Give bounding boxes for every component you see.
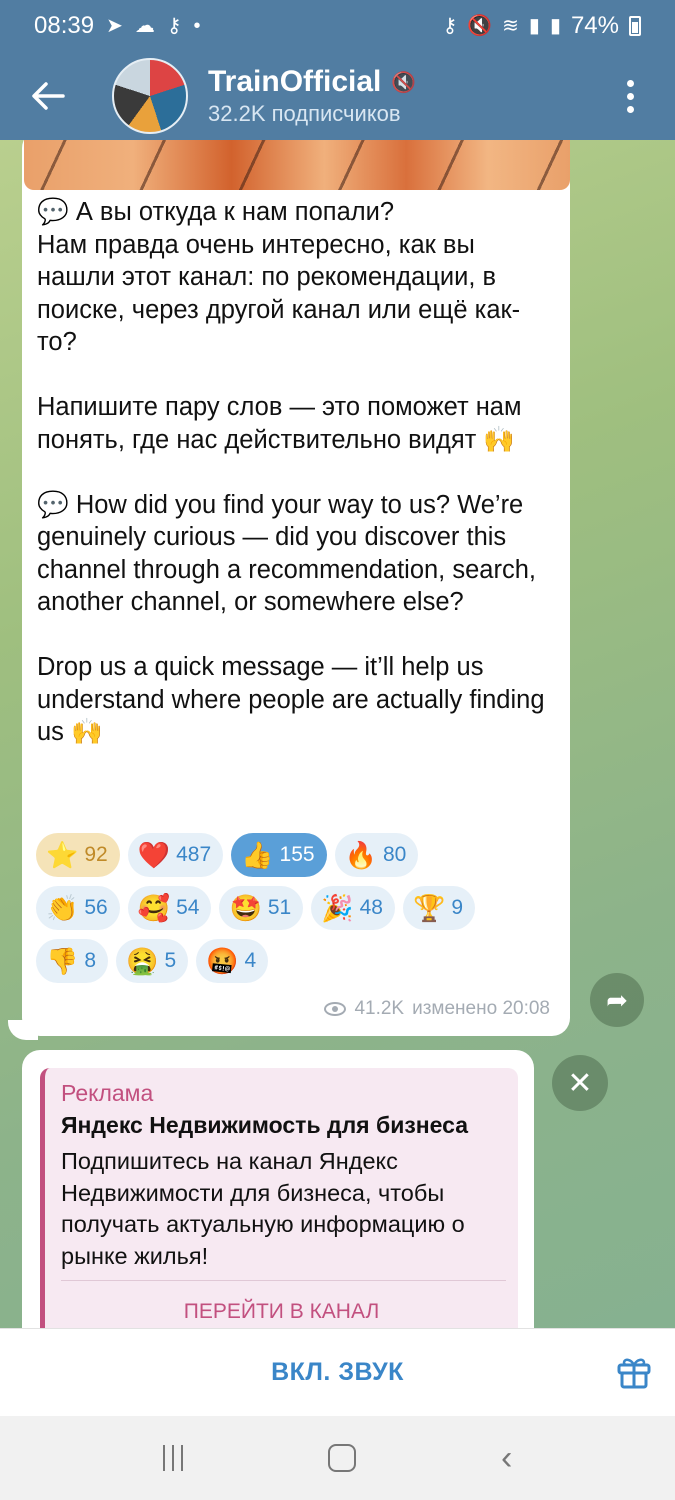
telegram-icon: ➤ [106, 15, 123, 37]
reaction-party[interactable]: 🎉 48 [311, 886, 395, 930]
battery-icon [629, 16, 641, 36]
dot-icon: • [193, 15, 201, 37]
reaction-clap[interactable]: 👏 56 [36, 886, 120, 930]
channel-title-block[interactable]: TrainOfficial 🔇 32.2K подписчиков [208, 65, 416, 127]
reaction-fire[interactable]: 🔥 80 [334, 833, 419, 877]
reaction-heart[interactable]: ❤️ 487 [127, 833, 224, 877]
key-icon: ⚷ [442, 15, 458, 37]
ad-title: Яндекс Недвижимость для бизнеса [61, 1112, 469, 1138]
chat-header: TrainOfficial 🔇 32.2K подписчиков [0, 52, 675, 140]
swearing-face-icon: 🤬 [206, 946, 239, 976]
reaction-count: 54 [176, 896, 200, 919]
views-eye-icon [324, 1002, 347, 1016]
message-meta: 41.2K изменено 20:08 [324, 998, 550, 1020]
edited-time: изменено 20:08 [412, 998, 550, 1019]
reaction-thumbs-up[interactable]: 👍 155 [231, 833, 327, 877]
post-text-ru-request: Напишите пару слов — это поможет нам пон… [37, 393, 522, 454]
system-nav-bar: ‹ [0, 1416, 675, 1500]
view-count: 41.2K [354, 998, 405, 1019]
more-menu-button[interactable] [605, 52, 655, 140]
reaction-star-struck[interactable]: 🤩 51 [219, 886, 304, 930]
wifi-icon: ≋ [502, 15, 519, 37]
star-icon: ⭐ [46, 840, 79, 870]
signal-icon: ▮ [528, 15, 540, 37]
post-text: 💬 А вы откуда к нам попали? Нам правда о… [37, 196, 557, 781]
heart-icon: ❤️ [137, 840, 171, 870]
muted-icon: 🔇 [391, 71, 417, 94]
ad-card[interactable]: Реклама Яндекс Недвижимость для бизнеса … [40, 1068, 518, 1328]
reaction-vomit[interactable]: 🤮 5 [116, 939, 189, 983]
reaction-count: 48 [359, 896, 383, 919]
more-dots-icon [626, 79, 634, 87]
post-text-en-request: Drop us a quick message — it’ll help us … [37, 653, 545, 746]
unmute-button[interactable]: ВКЛ. ЗВУК [271, 1358, 404, 1387]
ad-text: Подпишитесь на канал Яндекс Недвижимости… [61, 1148, 465, 1269]
ad-label: Реклама [61, 1080, 154, 1106]
love-face-icon: 🥰 [137, 893, 171, 923]
reaction-count: 4 [244, 949, 257, 972]
channel-avatar[interactable] [112, 58, 188, 134]
battery-percent: 74% [570, 12, 619, 39]
home-button[interactable] [327, 1444, 356, 1472]
share-arrow-icon: ➦ [606, 984, 628, 1015]
reaction-count: 9 [451, 896, 463, 919]
reaction-count: 92 [84, 843, 108, 866]
arrow-left-icon [32, 82, 65, 110]
gift-icon[interactable] [617, 1353, 651, 1389]
star-struck-icon: 🤩 [229, 893, 262, 923]
ad-divider [61, 1280, 506, 1281]
reaction-count: 56 [84, 896, 108, 919]
reaction-count: 8 [84, 949, 97, 972]
reaction-count: 487 [176, 843, 212, 866]
reaction-star[interactable]: ⭐ 92 [36, 833, 120, 877]
thumbs-down-icon: 👎 [46, 946, 79, 976]
close-ad-button[interactable]: ✕ [552, 1055, 608, 1111]
reaction-love-face[interactable]: 🥰 54 [127, 886, 212, 930]
ad-open-channel-button[interactable]: ПЕРЕЙТИ В КАНАЛ [45, 1300, 518, 1324]
reaction-count: 5 [164, 949, 177, 972]
close-icon: ✕ [567, 1066, 593, 1100]
status-time: 08:39 [34, 12, 95, 39]
reaction-count: 80 [382, 843, 407, 866]
message-bubble[interactable]: 💬 А вы откуда к нам попали? Нам правда о… [22, 140, 570, 1036]
reactions: ⭐ 92 ❤️ 487 👍 155 🔥 80 👏 56 🥰 54 🤩 51 🎉 48 🏆 9 👎 8… [36, 833, 556, 992]
post-text-ru-question: 💬 А вы откуда к нам попали? Нам правда о… [37, 198, 521, 356]
reaction-angry[interactable]: 🤬 4 [196, 939, 269, 983]
subscriber-count: 32.2K подписчиков [208, 101, 401, 126]
reaction-count: 155 [279, 843, 315, 866]
post-image[interactable] [24, 140, 570, 190]
party-popper-icon: 🎉 [321, 893, 354, 923]
recent-apps-button[interactable] [162, 1445, 183, 1471]
mute-status-icon: 🔇 [467, 15, 493, 37]
bottom-bar: ВКЛ. ЗВУК [0, 1328, 675, 1416]
chat-area[interactable]: 💬 А вы откуда к нам попали? Нам правда о… [0, 140, 675, 1328]
sponsored-message[interactable]: Реклама Яндекс Недвижимость для бизнеса … [22, 1050, 534, 1328]
status-bar: 08:39 ➤ ☁ ⚷ • ⚷ 🔇 ≋ ▮ ▮ 74% [0, 0, 675, 52]
back-button[interactable] [0, 52, 96, 140]
post-text-en-question: 💬 How did you find your way to us? We’re… [37, 490, 536, 617]
system-back-button[interactable]: ‹ [501, 1439, 512, 1478]
share-button[interactable]: ➦ [590, 973, 644, 1027]
channel-name: TrainOfficial 🔇 [208, 65, 416, 99]
reaction-thumbs-down[interactable]: 👎 8 [36, 939, 109, 983]
reaction-trophy[interactable]: 🏆 9 [402, 886, 475, 930]
signal-icon-2: ▮ [549, 15, 561, 37]
clap-icon: 👏 [46, 893, 79, 923]
key-icon: ⚷ [166, 15, 182, 37]
cloud-icon: ☁ [134, 15, 155, 37]
thumbs-up-icon: 👍 [241, 840, 274, 870]
reaction-count: 51 [267, 896, 292, 919]
vomit-face-icon: 🤮 [126, 946, 159, 976]
fire-icon: 🔥 [344, 840, 377, 870]
channel-name-text: TrainOfficial [208, 65, 382, 98]
trophy-icon: 🏆 [412, 893, 446, 923]
